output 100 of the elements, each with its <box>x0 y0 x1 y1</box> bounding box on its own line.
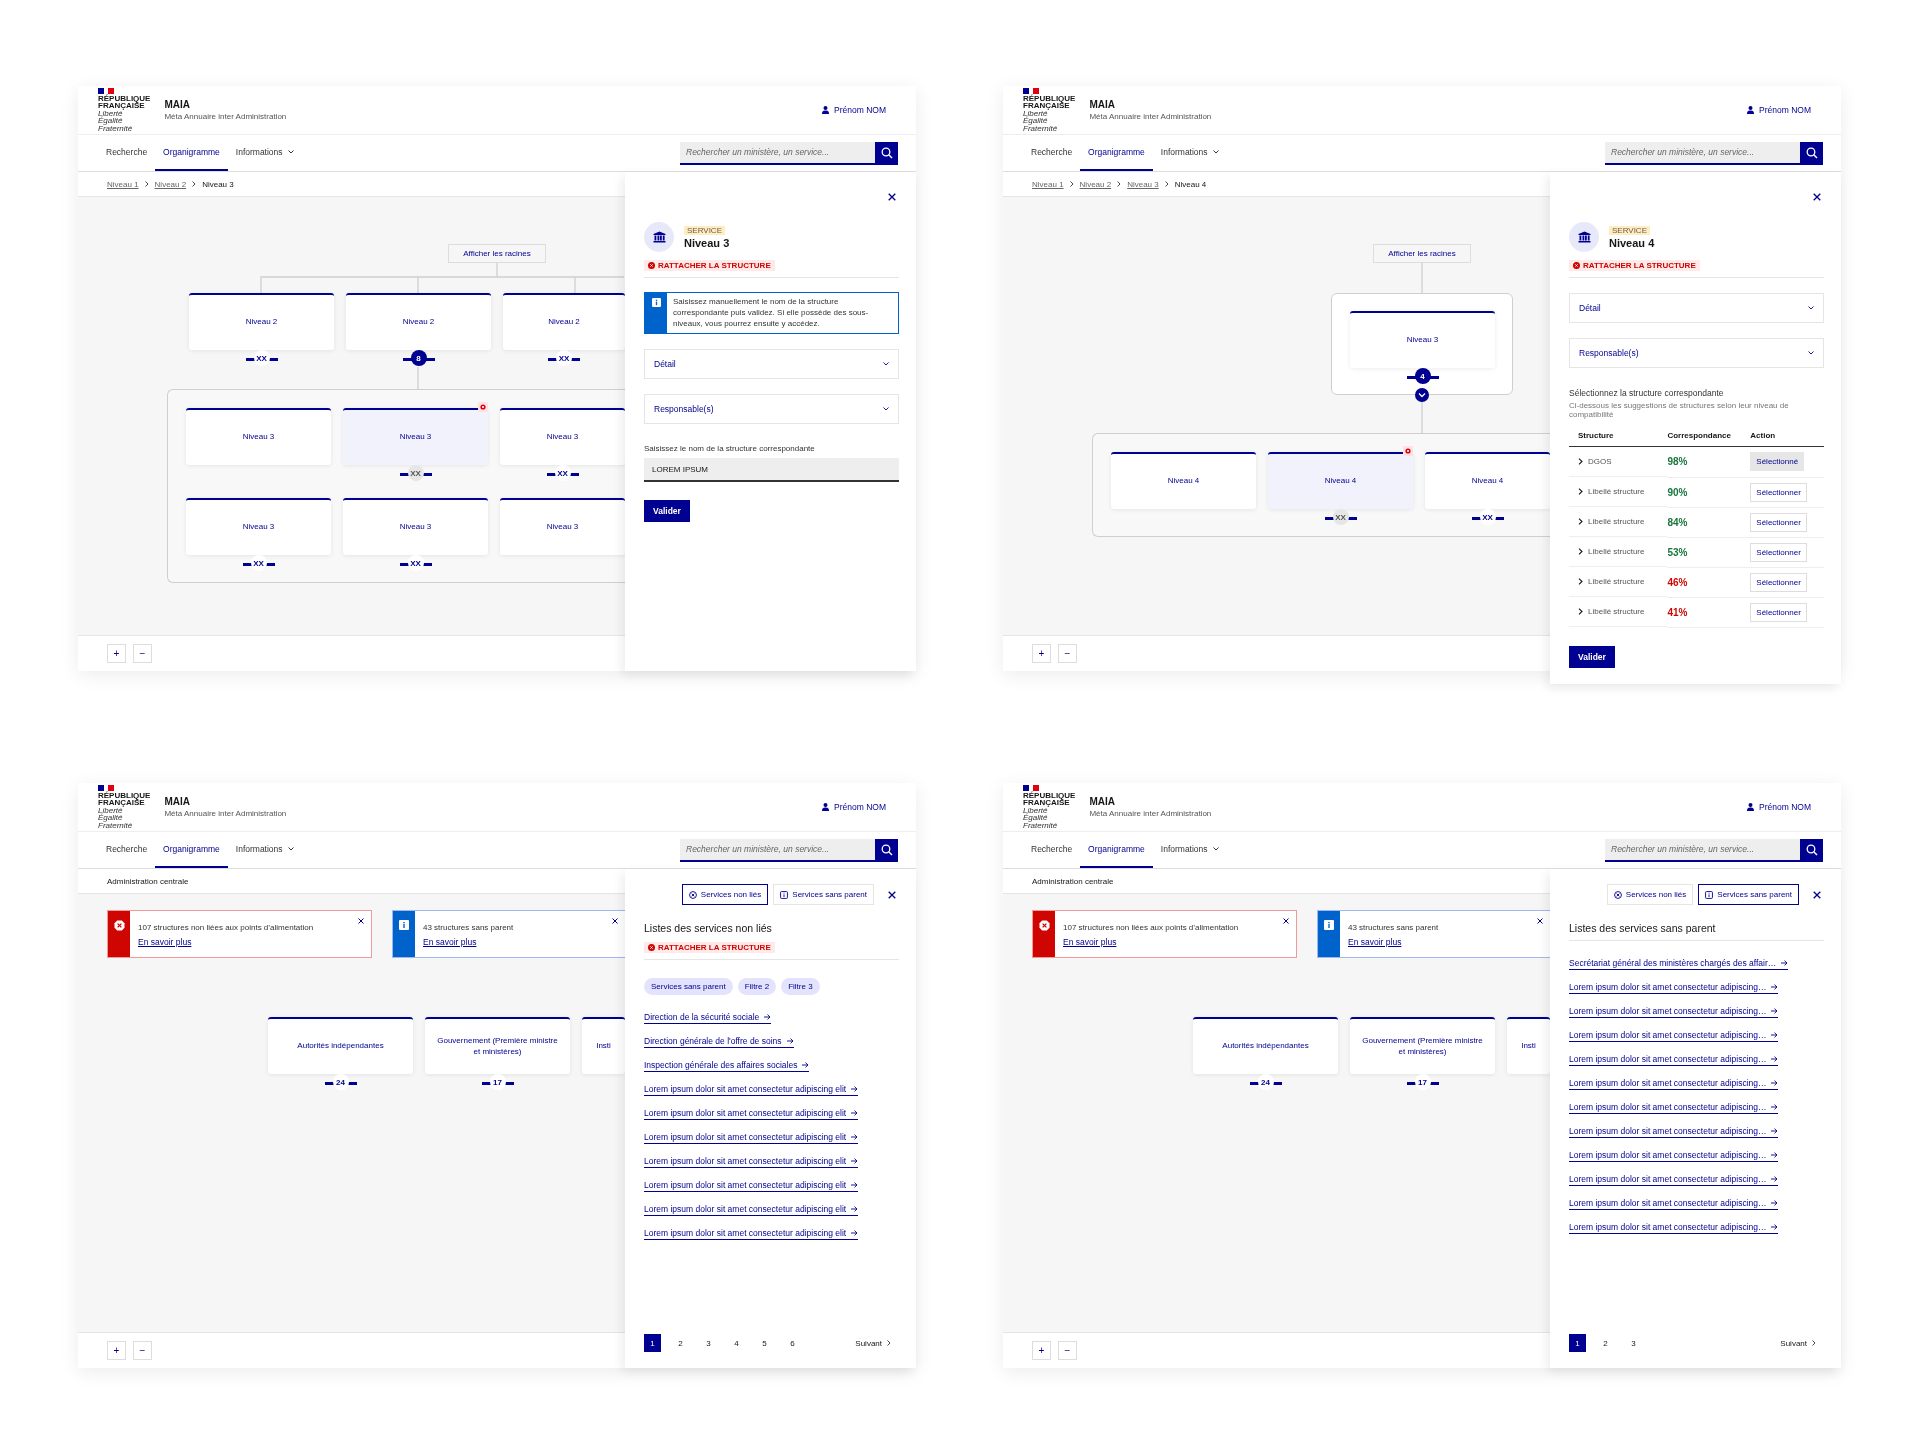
service-link[interactable]: Direction générale de l'offre de soins <box>644 1036 794 1048</box>
chevron-right-icon[interactable] <box>1578 578 1583 585</box>
nav-tab[interactable]: Informations <box>1152 135 1227 171</box>
accordion-button[interactable]: Détail <box>644 349 899 380</box>
service-link[interactable]: Inspection générale des affaires sociales <box>644 1060 810 1072</box>
count-badge[interactable]: 24 <box>324 1074 357 1090</box>
select-button[interactable]: Sélectionner <box>1750 482 1807 502</box>
segment-tab[interactable]: Services sans parent <box>1698 884 1799 905</box>
nav-tab[interactable]: Recherche <box>1023 135 1081 171</box>
node-card[interactable]: Niveau 4 <box>1111 452 1256 509</box>
page-button[interactable]: 6 <box>784 1334 801 1352</box>
next-page-link[interactable]: Suivant <box>855 1338 891 1348</box>
service-link[interactable]: Lorem ipsum dolor sit amet consectetur adipiscing elit <box>644 1204 859 1216</box>
select-button[interactable]: Sélectionner <box>1750 542 1807 562</box>
node-card[interactable]: Niveau 4 <box>1425 452 1550 509</box>
count-badge[interactable]: XX <box>1471 509 1504 525</box>
collapse-button[interactable] <box>1415 388 1429 402</box>
node-card[interactable]: Niveau 2 <box>503 293 625 350</box>
node-card[interactable]: Gouvernement (Première ministre et ministères) <box>1350 1017 1495 1074</box>
breadcrumb-link[interactable]: Niveau 2 <box>1079 179 1112 189</box>
zoom-out-button[interactable]: − <box>133 1341 152 1360</box>
accordion-button[interactable]: Responsable(s) <box>644 394 899 425</box>
service-link[interactable]: Lorem ipsum dolor sit amet consectetur adipiscing… <box>1569 1174 1779 1186</box>
nav-tab[interactable]: Recherche <box>98 832 156 868</box>
count-badge[interactable]: XX <box>1324 509 1357 525</box>
accordion-button[interactable]: Détail <box>1569 293 1824 323</box>
service-link[interactable]: Lorem ipsum dolor sit amet consectetur adipiscing… <box>1569 1150 1779 1162</box>
service-link[interactable]: Lorem ipsum dolor sit amet consectetur adipiscing elit <box>644 1180 859 1192</box>
filter-chip[interactable]: Filtre 2 <box>737 978 777 995</box>
node-card[interactable]: Niveau 3 <box>186 408 331 465</box>
accordion-button[interactable]: Responsable(s) <box>1569 338 1824 368</box>
service-link[interactable]: Lorem ipsum dolor sit amet consectetur adipiscing elit <box>644 1156 859 1168</box>
close-icon[interactable] <box>1537 918 1543 924</box>
segment-tab[interactable]: Services non liés <box>1606 884 1694 905</box>
zoom-in-button[interactable]: + <box>1032 1341 1051 1360</box>
breadcrumb-link[interactable]: Niveau 2 <box>154 179 187 189</box>
chevron-right-icon[interactable] <box>1578 548 1583 555</box>
zoom-in-button[interactable]: + <box>107 644 126 663</box>
user-link[interactable]: Prénom NOM <box>822 802 886 812</box>
close-icon[interactable] <box>1283 918 1289 924</box>
node-card[interactable]: Niveau 2 <box>189 293 334 350</box>
select-button[interactable]: Sélectionner <box>1750 572 1807 592</box>
node-card[interactable]: Niveau 3 <box>1350 311 1495 368</box>
nav-tab[interactable]: Organigramme <box>155 832 228 868</box>
count-badge[interactable]: XX <box>399 465 432 481</box>
nav-tab[interactable]: Recherche <box>1023 832 1081 868</box>
node-card[interactable]: Niveau 3 <box>500 498 625 555</box>
chevron-right-icon[interactable] <box>1578 458 1583 465</box>
service-link[interactable]: Lorem ipsum dolor sit amet consectetur adipiscing… <box>1569 982 1779 994</box>
count-badge[interactable]: 4 <box>1406 368 1439 384</box>
nav-tab[interactable]: Recherche <box>98 135 156 171</box>
zoom-in-button[interactable]: + <box>1032 644 1051 663</box>
zoom-out-button[interactable]: − <box>1058 644 1077 663</box>
node-card[interactable]: Niveau 3 <box>186 498 331 555</box>
node-card[interactable]: Niveau 3 <box>343 498 488 555</box>
search-field[interactable]: Rechercher un ministère, un service... <box>1605 838 1800 862</box>
next-page-link[interactable]: Suivant <box>1780 1338 1816 1348</box>
count-badge[interactable]: XX <box>399 555 432 571</box>
service-link[interactable]: Direction de la sécurité sociale <box>644 1012 772 1024</box>
page-button[interactable]: 4 <box>728 1334 745 1352</box>
service-link[interactable]: Lorem ipsum dolor sit amet consectetur adipiscing… <box>1569 1198 1779 1210</box>
text-field[interactable]: LOREM IPSUM <box>644 458 899 483</box>
service-link[interactable]: Secrétariat général des ministères chargés des affair… <box>1569 958 1789 970</box>
search-field[interactable]: Rechercher un ministère, un service... <box>680 141 875 165</box>
node-card[interactable]: Insti <box>1507 1017 1550 1074</box>
node-card[interactable]: Autorités indépendantes <box>268 1017 413 1074</box>
page-button[interactable]: 2 <box>672 1334 689 1352</box>
select-button[interactable]: Sélectionné <box>1750 452 1805 472</box>
search-button[interactable] <box>875 141 898 165</box>
select-button[interactable]: Sélectionner <box>1750 512 1807 532</box>
service-link[interactable]: Lorem ipsum dolor sit amet consectetur adipiscing… <box>1569 1054 1779 1066</box>
page-button[interactable]: 3 <box>1625 1334 1642 1352</box>
segment-tab[interactable]: Services sans parent <box>773 884 874 905</box>
search-button[interactable] <box>875 838 898 862</box>
nav-tab[interactable]: Organigramme <box>1080 135 1153 171</box>
service-link[interactable]: Lorem ipsum dolor sit amet consectetur adipiscing… <box>1569 1006 1779 1018</box>
count-badge[interactable]: XX <box>548 350 580 366</box>
breadcrumb-link[interactable]: Niveau 1 <box>1032 179 1064 189</box>
show-roots-button[interactable]: Afficher les racines <box>448 244 546 263</box>
zoom-out-button[interactable]: − <box>133 644 152 663</box>
service-link[interactable]: Lorem ipsum dolor sit amet consectetur adipiscing elit <box>644 1132 859 1144</box>
search-button[interactable] <box>1800 141 1823 165</box>
nav-tab[interactable]: Informations <box>227 135 302 171</box>
node-card[interactable]: Niveau 3 <box>343 408 488 465</box>
select-button[interactable]: Sélectionner <box>1750 602 1807 622</box>
breadcrumb-link[interactable]: Niveau 3 <box>1127 179 1159 189</box>
segment-tab[interactable]: Services non liés <box>681 884 769 905</box>
zoom-out-button[interactable]: − <box>1058 1341 1077 1360</box>
nav-tab[interactable]: Informations <box>1152 832 1227 868</box>
node-card[interactable]: Gouvernement (Première ministre et ministères) <box>425 1017 570 1074</box>
service-link[interactable]: Lorem ipsum dolor sit amet consectetur adipiscing… <box>1569 1030 1779 1042</box>
chevron-right-icon[interactable] <box>1578 488 1583 495</box>
nav-tab[interactable]: Organigramme <box>1080 832 1153 868</box>
count-badge[interactable]: 17 <box>481 1074 514 1090</box>
user-link[interactable]: Prénom NOM <box>1747 105 1811 115</box>
page-button[interactable]: 5 <box>756 1334 773 1352</box>
user-link[interactable]: Prénom NOM <box>822 105 886 115</box>
learn-more-link[interactable]: En savoir plus <box>1348 937 1402 947</box>
page-button[interactable]: 1 <box>1569 1334 1586 1352</box>
service-link[interactable]: Lorem ipsum dolor sit amet consectetur adipiscing elit <box>644 1228 859 1240</box>
